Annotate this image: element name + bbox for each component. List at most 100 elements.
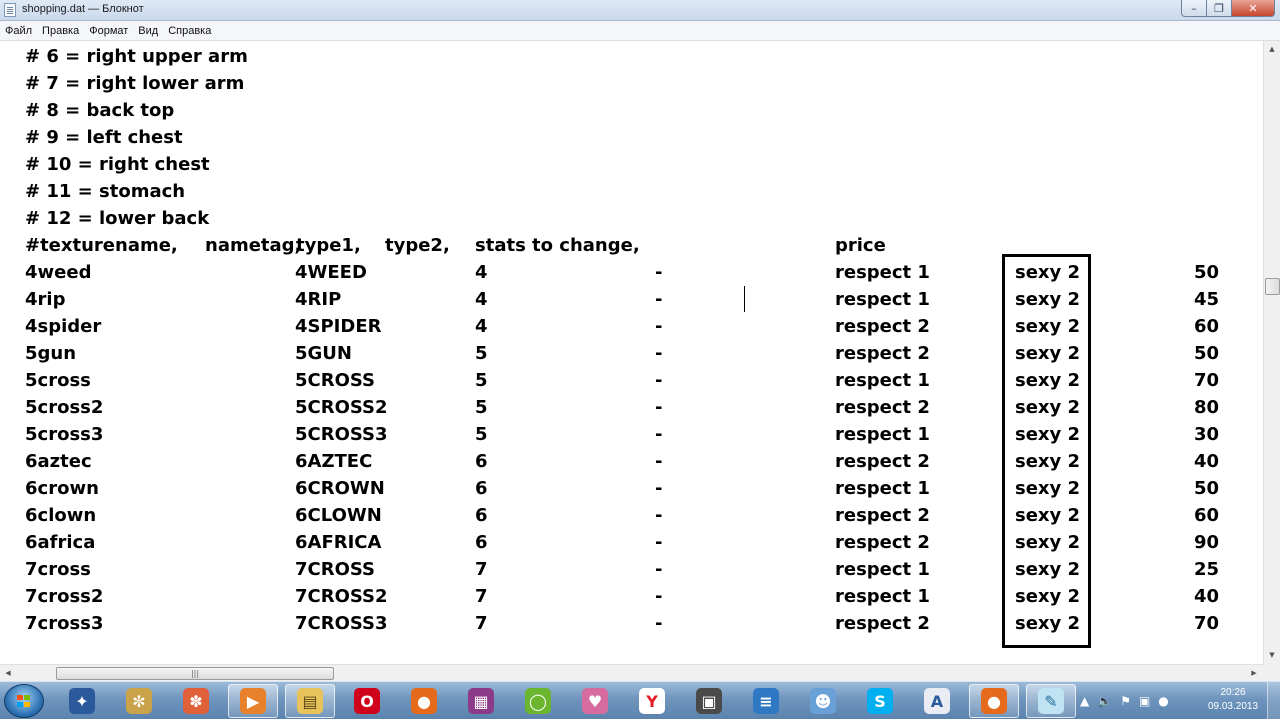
cell-price: 60	[1194, 316, 1220, 337]
cell-price: 90	[1194, 532, 1220, 553]
taskbar-button-opera[interactable]: O	[342, 684, 392, 718]
cell-texturename: 7cross3	[25, 613, 104, 634]
text-editor[interactable]: # 6 = right upper arm # 7 = right lower …	[0, 41, 1263, 664]
cell-type1: 5	[475, 397, 488, 418]
taskbar-button-firefox[interactable]: ●	[399, 684, 449, 718]
cell-nametag: 5CROSS	[295, 370, 376, 391]
stack-icon: ≡	[753, 688, 779, 714]
cell-price: 30	[1194, 424, 1220, 445]
cell-respect: respect 2	[835, 613, 930, 634]
taskbar-button-winrar[interactable]: ▦	[456, 684, 506, 718]
cell-type1: 6	[475, 532, 488, 553]
cell-type2: -	[655, 262, 663, 283]
cell-type2: -	[655, 316, 663, 337]
cell-respect: respect 2	[835, 343, 930, 364]
taskbar-button-word[interactable]: A	[912, 684, 962, 718]
cell-nametag: 5GUN	[295, 343, 352, 364]
show-desktop-button[interactable]	[1267, 682, 1280, 719]
cell-texturename: 4weed	[25, 262, 92, 283]
security-icon[interactable]: ●	[1158, 694, 1168, 708]
title-bar[interactable]: shopping.dat — Блокнот – ❐ ✕	[0, 0, 1280, 21]
cell-type2: -	[655, 613, 663, 634]
cell-texturename: 5gun	[25, 343, 77, 364]
system-tray: ▲ 🔈 ⚑ ▣ ●	[1080, 688, 1200, 714]
close-button[interactable]: ✕	[1231, 0, 1275, 17]
vertical-scroll-thumb[interactable]	[1265, 278, 1280, 295]
cell-price: 60	[1194, 505, 1220, 526]
scroll-down-icon[interactable]: ▼	[1264, 647, 1280, 663]
taskbar-button-skype[interactable]: S	[855, 684, 905, 718]
taskbar-button-photoshop[interactable]: ✦	[57, 684, 107, 718]
menu-file[interactable]: Файл	[0, 25, 37, 37]
close-icon: ✕	[1248, 1, 1258, 15]
network-icon[interactable]: ▣	[1139, 694, 1150, 708]
clock[interactable]: 20:26 09.03.2013	[1202, 686, 1264, 714]
taskbar-button-pinwheel[interactable]: ✽	[171, 684, 221, 718]
cell-price: 80	[1194, 397, 1220, 418]
taskbar-button-notepad[interactable]: ✎	[1026, 684, 1076, 718]
flag-icon[interactable]: ⚑	[1120, 694, 1131, 708]
comment-line: # 7 = right lower arm	[25, 73, 245, 94]
scroll-right-icon[interactable]: ▶	[1246, 665, 1262, 681]
cell-type1: 4	[475, 316, 488, 337]
taskbar-button-paint[interactable]: ✼	[114, 684, 164, 718]
taskbar-button-yandex[interactable]: Y	[627, 684, 677, 718]
maximize-button[interactable]: ❐	[1206, 0, 1232, 17]
taskbar-button-users[interactable]: ☻	[798, 684, 848, 718]
cell-type2: -	[655, 505, 663, 526]
tray-arrow-icon[interactable]: ▲	[1080, 694, 1089, 708]
cell-price: 40	[1194, 586, 1220, 607]
taskbar-button-media-player[interactable]: ▶	[228, 684, 278, 718]
menu-edit[interactable]: Правка	[37, 25, 84, 37]
taskbar-button-floppy[interactable]: ▣	[684, 684, 734, 718]
taskbar-button-anime[interactable]: ♥	[570, 684, 620, 718]
volume-icon[interactable]: 🔈	[1097, 694, 1112, 708]
restore-icon: ❐	[1214, 1, 1224, 15]
opera-icon: O	[354, 688, 380, 714]
horizontal-scroll-thumb[interactable]: |||	[56, 667, 334, 680]
header-type2: type2,	[385, 235, 450, 256]
taskbar-button-explorer[interactable]: ▤	[285, 684, 335, 718]
sexy-column-highlight	[1002, 254, 1091, 648]
scroll-up-icon[interactable]: ▲	[1264, 41, 1280, 57]
cell-type1: 5	[475, 370, 488, 391]
cell-type2: -	[655, 397, 663, 418]
cell-type2: -	[655, 532, 663, 553]
comment-line: # 9 = left chest	[25, 127, 183, 148]
menu-help[interactable]: Справка	[163, 25, 216, 37]
cell-respect: respect 2	[835, 532, 930, 553]
cell-type2: -	[655, 424, 663, 445]
cell-texturename: 5cross	[25, 370, 91, 391]
cell-texturename: 6clown	[25, 505, 97, 526]
cell-nametag: 5CROSS3	[295, 424, 388, 445]
menu-format[interactable]: Формат	[84, 25, 133, 37]
cell-price: 40	[1194, 451, 1220, 472]
cell-texturename: 7cross2	[25, 586, 104, 607]
cell-respect: respect 1	[835, 586, 930, 607]
cell-nametag: 7CROSS3	[295, 613, 388, 634]
cell-type2: -	[655, 559, 663, 580]
pinwheel-icon: ✽	[183, 688, 209, 714]
scroll-left-icon[interactable]: ◀	[0, 665, 16, 681]
cell-price: 50	[1194, 262, 1220, 283]
vertical-scrollbar[interactable]: ▲ ▼	[1263, 41, 1280, 664]
cell-type2: -	[655, 478, 663, 499]
minimize-button[interactable]: –	[1181, 0, 1207, 17]
taskbar-button-stack[interactable]: ≡	[741, 684, 791, 718]
cell-nametag: 6CROWN	[295, 478, 385, 499]
firefox-icon: ●	[411, 688, 437, 714]
cell-type2: -	[655, 586, 663, 607]
cell-nametag: 4WEED	[295, 262, 367, 283]
anime-icon: ♥	[582, 688, 608, 714]
horizontal-scrollbar[interactable]: ◀ ||| ▶	[0, 664, 1263, 681]
cell-type2: -	[655, 343, 663, 364]
taskbar-button-firefox[interactable]: ●	[969, 684, 1019, 718]
window-title: shopping.dat — Блокнот	[22, 3, 144, 15]
start-button[interactable]	[4, 684, 44, 718]
paint-icon: ✼	[126, 688, 152, 714]
taskbar-button-game[interactable]: ◯	[513, 684, 563, 718]
cell-respect: respect 1	[835, 559, 930, 580]
cell-type1: 7	[475, 559, 488, 580]
media-player-icon: ▶	[240, 688, 266, 714]
menu-view[interactable]: Вид	[133, 25, 163, 37]
